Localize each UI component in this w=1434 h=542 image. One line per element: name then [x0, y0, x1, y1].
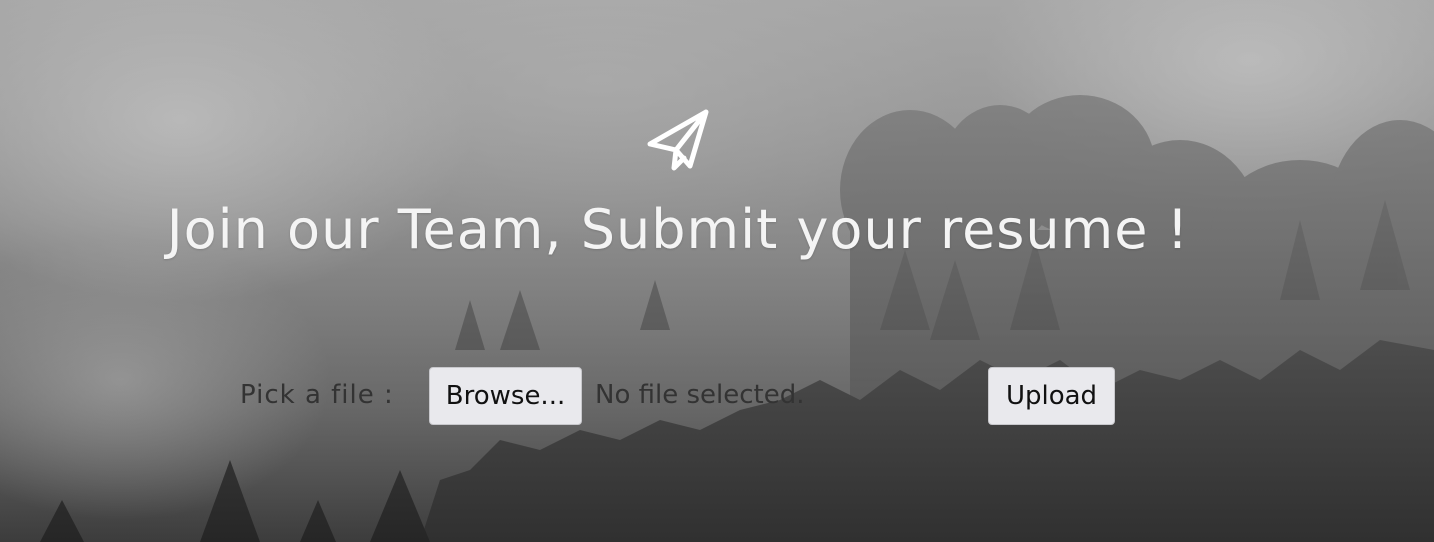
upload-button[interactable]: Upload — [988, 367, 1115, 425]
file-picker-label: Pick a file : — [240, 380, 394, 410]
file-status-text: No file selected. — [595, 380, 805, 410]
page-title: Join our Team, Submit your resume ! — [166, 198, 1190, 261]
browse-button[interactable]: Browse... — [429, 367, 582, 425]
paper-plane-icon — [644, 106, 712, 174]
hero-section: Join our Team, Submit your resume ! Pick… — [0, 0, 1434, 542]
